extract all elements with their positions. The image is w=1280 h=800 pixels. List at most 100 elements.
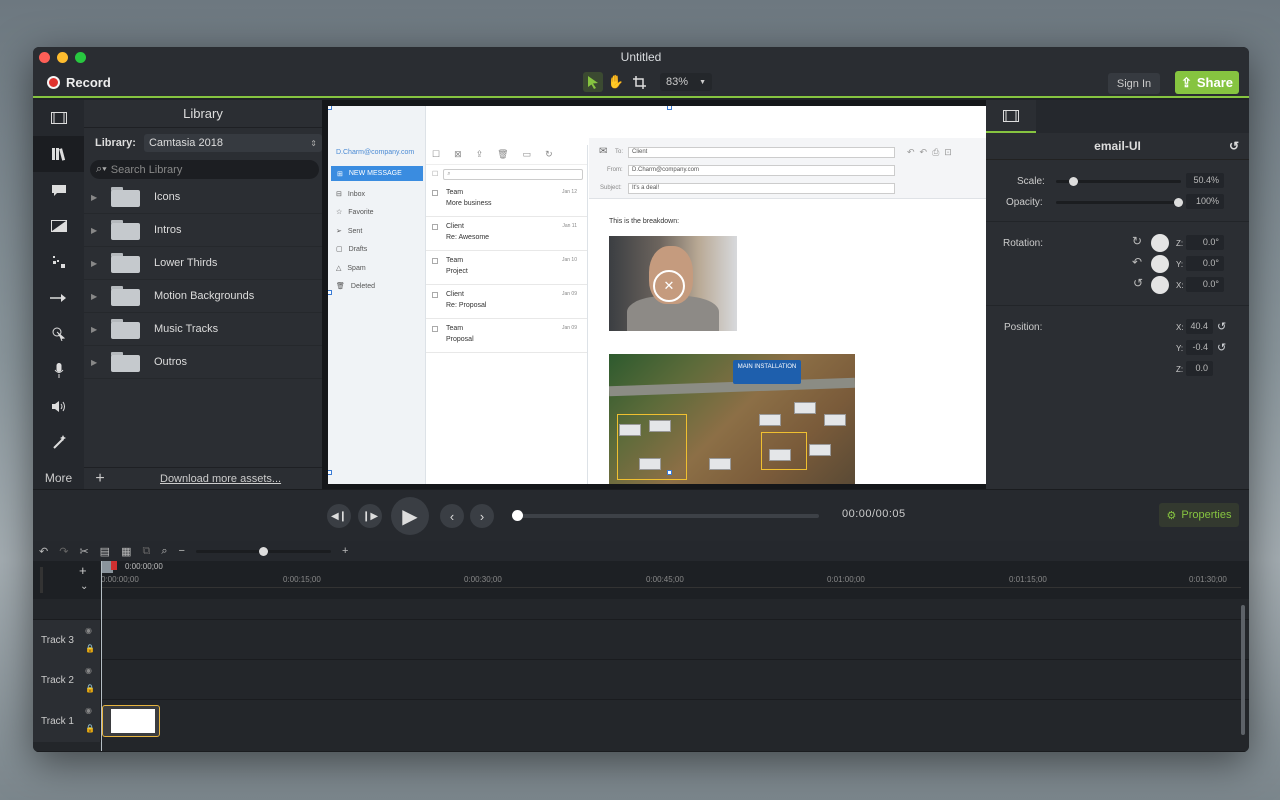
close-window-button[interactable] (39, 52, 50, 63)
chevron-down-icon[interactable]: ⌄ (80, 581, 88, 592)
position-y-value[interactable]: -0.4 (1186, 340, 1213, 355)
zoom-in-icon[interactable]: + (342, 545, 348, 557)
annotations-icon[interactable] (33, 172, 84, 208)
rotation-y-dial[interactable] (1151, 255, 1169, 273)
list-item[interactable]: ▶ Intros (84, 214, 322, 247)
visual-properties-tab-icon[interactable] (986, 100, 1036, 133)
play-icon[interactable]: ▶ (391, 497, 429, 535)
sign-in-button[interactable]: Sign In (1108, 73, 1160, 94)
lock-icon[interactable]: 🔒 (85, 644, 95, 653)
track-row[interactable]: Track 3 ◉ 🔒 (33, 620, 1249, 660)
reset-icon[interactable]: ↺ (1217, 320, 1226, 333)
canvas[interactable]: D.Charm@company.com ⊞ NEW MESSAGE ⊟ Inbox … (328, 106, 988, 484)
properties-button[interactable]: ⚙ Properties (1159, 503, 1239, 527)
move-icon: ⇪ (475, 149, 484, 159)
redo-icon[interactable]: ↷ (59, 545, 68, 558)
list-item[interactable]: ▶ Icons (84, 181, 322, 214)
scale-slider[interactable] (1056, 177, 1181, 186)
opacity-slider-knob[interactable] (1174, 198, 1183, 207)
add-track-icon[interactable]: + (79, 563, 87, 578)
record-button[interactable]: Record (47, 75, 111, 90)
list-item[interactable]: ▶ Outros (84, 346, 322, 379)
paste-icon[interactable]: ▦ (121, 545, 131, 558)
disclosure-triangle-icon[interactable]: ▶ (91, 259, 111, 268)
library-search-input[interactable]: ⌕▾ Search Library (90, 160, 319, 179)
previous-marker-icon[interactable]: ‹ (440, 504, 464, 528)
mail-list-item: Team Proposal Jan 09 (426, 319, 587, 353)
rotation-y-value[interactable]: 0.0° (1186, 256, 1224, 271)
media-bin-icon[interactable] (33, 100, 84, 136)
list-item[interactable]: ▶ Music Tracks (84, 313, 322, 346)
track-label[interactable]: Track 2 ◉ 🔒 (33, 660, 101, 700)
crop-tool-icon[interactable] (629, 72, 649, 92)
rotation-z-dial[interactable] (1151, 234, 1169, 252)
step-back-icon[interactable]: ◀❙ (327, 504, 351, 528)
library-select[interactable]: Camtasia 2018 ⇕ (143, 134, 322, 152)
opacity-value[interactable]: 100% (1186, 194, 1224, 209)
cut-icon[interactable]: ✂ (79, 545, 88, 558)
resize-handle[interactable] (328, 470, 332, 475)
cursor-effects-icon[interactable] (33, 316, 84, 352)
more-button[interactable]: More (33, 467, 84, 489)
resize-handle[interactable] (667, 106, 672, 110)
zoom-out-icon[interactable]: − (179, 545, 185, 557)
behaviors-icon[interactable] (33, 244, 84, 280)
timeline-zoom-slider[interactable] (195, 546, 331, 556)
track-row[interactable]: Track 1 ◉ 🔒 (33, 700, 1249, 752)
track-row[interactable]: Track 2 ◉ 🔒 (33, 660, 1249, 700)
list-item[interactable]: ▶ Motion Backgrounds (84, 280, 322, 313)
scrubber-knob[interactable] (512, 510, 523, 521)
split-icon[interactable]: ⧉ (142, 545, 150, 558)
copy-icon[interactable]: ▤ (100, 545, 110, 558)
scale-value[interactable]: 50.4% (1186, 173, 1224, 188)
hand-tool-icon[interactable]: ✋ (606, 72, 626, 92)
opacity-slider[interactable] (1056, 198, 1183, 207)
minimize-window-button[interactable] (57, 52, 68, 63)
timeline-ruler[interactable]: 0:00:00;00 0:00:15;00 0:00:30;00 0:00:45… (101, 574, 1241, 588)
scrubber[interactable] (512, 510, 819, 521)
add-asset-icon[interactable]: + (90, 470, 110, 488)
visual-effects-icon[interactable] (33, 424, 84, 460)
eye-icon[interactable]: ◉ (85, 666, 92, 675)
arrow-tool-icon[interactable] (583, 72, 603, 92)
zoom-window-button[interactable] (75, 52, 86, 63)
audio-effects-icon[interactable] (33, 388, 84, 424)
track-label[interactable]: Track 3 ◉ 🔒 (33, 620, 101, 660)
disclosure-triangle-icon[interactable]: ▶ (91, 358, 111, 367)
rotation-x-dial[interactable] (1151, 276, 1169, 294)
share-button[interactable]: ⇪ Share (1175, 71, 1239, 94)
next-marker-icon[interactable]: › (470, 504, 494, 528)
disclosure-triangle-icon[interactable]: ▶ (91, 226, 111, 235)
list-item[interactable]: ▶ Lower Thirds (84, 247, 322, 280)
lock-icon[interactable]: 🔒 (85, 724, 95, 733)
media-clip[interactable] (102, 705, 160, 737)
position-x-value[interactable]: 40.4 (1186, 319, 1213, 334)
transitions-icon[interactable] (33, 208, 84, 244)
library-icon[interactable] (33, 136, 84, 172)
animations-icon[interactable] (33, 280, 84, 316)
eye-icon[interactable]: ◉ (85, 626, 92, 635)
resize-handle[interactable] (328, 290, 332, 295)
timeline-zoom-knob[interactable] (258, 546, 268, 556)
disclosure-triangle-icon[interactable]: ▶ (91, 292, 111, 301)
undo-icon[interactable]: ↶ (39, 545, 48, 558)
disclosure-triangle-icon[interactable]: ▶ (91, 193, 111, 202)
resize-handle[interactable] (667, 470, 672, 475)
lock-icon[interactable]: 🔒 (85, 684, 95, 693)
eye-icon[interactable]: ◉ (85, 706, 92, 715)
voice-narration-icon[interactable] (33, 352, 84, 388)
folder-label: Intros (154, 224, 182, 236)
rotation-z-value[interactable]: 0.0° (1186, 235, 1224, 250)
rotation-x-value[interactable]: 0.0° (1186, 277, 1224, 292)
zoom-select[interactable]: 83% ▼ (660, 73, 712, 91)
disclosure-triangle-icon[interactable]: ▶ (91, 325, 111, 334)
scale-slider-knob[interactable] (1069, 177, 1078, 186)
resize-handle[interactable] (328, 106, 332, 110)
timeline-scrollbar[interactable] (1241, 605, 1245, 735)
reset-icon[interactable]: ↺ (1229, 139, 1239, 153)
track-label[interactable]: Track 1 ◉ 🔒 (33, 700, 101, 742)
step-forward-icon[interactable]: ❙▶ (358, 504, 382, 528)
download-more-assets-link[interactable]: Download more assets... (160, 473, 281, 485)
position-z-value[interactable]: 0.0 (1186, 361, 1213, 376)
reset-icon[interactable]: ↺ (1217, 341, 1226, 354)
